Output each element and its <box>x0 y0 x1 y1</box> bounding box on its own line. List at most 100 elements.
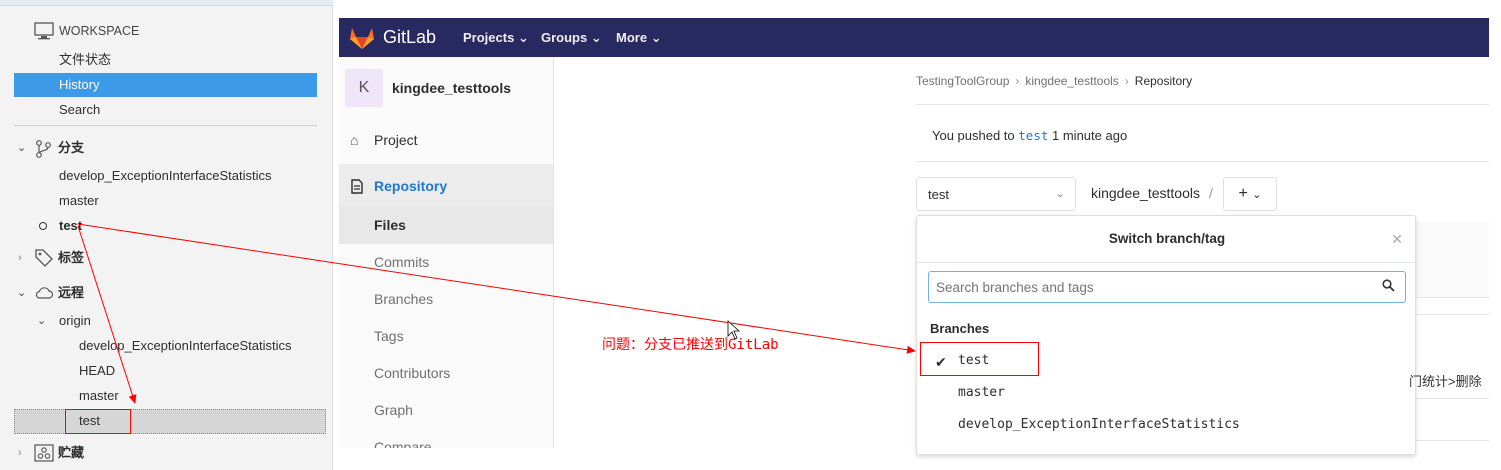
breadcrumb-link[interactable]: TestingToolGroup <box>916 74 1009 88</box>
branch-item-label: master <box>59 193 99 208</box>
screenshot-root: WORKSPACE 文件状态 History Search ⌄ 分支 devel… <box>0 0 1501 470</box>
workspace-item-label: History <box>59 77 100 92</box>
sidebar-subitem-commits[interactable]: Commits <box>339 244 553 281</box>
branch-item[interactable]: master <box>0 189 333 213</box>
dropdown-branch-item[interactable]: test <box>958 353 989 368</box>
breadcrumb-link[interactable]: kingdee_testtools <box>1025 74 1118 88</box>
dropdown-branch-item[interactable]: develop_ExceptionInterfaceStatistics <box>958 417 1240 432</box>
chevron-down-icon[interactable]: ⌄ <box>17 143 27 154</box>
sidebar-subitem-tags[interactable]: Tags <box>339 318 553 355</box>
sidebar-label: Graph <box>374 402 413 418</box>
gitlab-window: GitLab Projects ⌄ Groups ⌄ More ⌄ K king… <box>339 18 1489 455</box>
nav-label: Projects <box>463 30 515 45</box>
branch-item-current[interactable]: test <box>0 214 333 238</box>
sidebar-label: Compare <box>374 439 432 448</box>
divider <box>916 161 1489 162</box>
sidebar-subitem-branches[interactable]: Branches <box>339 281 553 318</box>
workspace-header: WORKSPACE <box>0 19 333 43</box>
sidebar-subitem-compare[interactable]: Compare <box>339 429 553 448</box>
sidebar-label: Branches <box>374 291 434 307</box>
workspace-item-history[interactable]: History <box>0 73 333 97</box>
sidebar-subitem-files[interactable]: Files <box>339 207 553 244</box>
push-prefix: You pushed to <box>932 128 1015 143</box>
repo-path-name[interactable]: kingdee_testtools <box>1091 185 1200 201</box>
breadcrumb: TestingToolGroup › kingdee_testtools › Repos… <box>916 74 1192 88</box>
branches-header[interactable]: ⌄ 分支 <box>0 136 333 160</box>
gitlab-sidebar: K kingdee_testtools ⌂ Project Repository… <box>339 57 554 448</box>
gitlab-navbar: GitLab Projects ⌄ Groups ⌄ More ⌄ <box>339 18 1489 57</box>
dropdown-title: Switch branch/tag <box>1108 231 1226 246</box>
dropdown-branch-item[interactable]: master <box>958 385 1005 400</box>
divider <box>917 262 1415 263</box>
sidebar-label: Files <box>374 217 406 233</box>
branch-selector[interactable]: test ⌄ <box>916 177 1076 211</box>
gitlab-brand[interactable]: GitLab <box>383 27 436 48</box>
gitlab-logo-icon[interactable] <box>349 26 375 50</box>
chevron-down-icon: ⌄ <box>517 30 529 45</box>
sidebar-subitem-graph[interactable]: Graph <box>339 392 553 429</box>
stashes-label: 贮藏 <box>58 445 85 460</box>
divider <box>1416 398 1489 399</box>
chevron-right-icon[interactable]: › <box>18 448 28 459</box>
chevron-right-icon[interactable]: › <box>18 253 28 264</box>
monitor-icon <box>34 22 54 40</box>
workspace-item-label: 文件状态 <box>59 52 112 67</box>
chevron-down-icon: ⌄ <box>1055 188 1065 200</box>
branches-label: 分支 <box>58 140 85 155</box>
project-avatar[interactable]: K <box>345 69 383 107</box>
branch-switch-dropdown: Switch branch/tag ✕ Branches ✔ test mast… <box>916 215 1416 455</box>
remote-branch-item[interactable]: master <box>0 384 333 408</box>
sidebar-item-repository[interactable]: Repository <box>339 164 553 209</box>
background-panel <box>1416 222 1489 297</box>
sidebar-label: Tags <box>374 328 404 344</box>
sidebar-label: Repository <box>374 178 448 194</box>
breadcrumb-current[interactable]: Repository <box>1135 74 1192 88</box>
stash-icon <box>34 444 54 462</box>
home-icon: ⌂ <box>350 132 359 148</box>
push-branch[interactable]: test <box>1018 128 1048 143</box>
sidebar-label: Contributors <box>374 365 451 381</box>
remote-branch-item[interactable]: develop_ExceptionInterfaceStatistics <box>0 334 333 358</box>
remote-origin-label: origin <box>59 313 91 328</box>
divider <box>1416 297 1489 298</box>
stashes-header[interactable]: › 贮藏 <box>0 441 333 465</box>
sidebar-item-project[interactable]: ⌂ Project <box>339 122 553 159</box>
remote-branch-label: master <box>79 388 119 403</box>
remote-branch-item[interactable]: test <box>0 409 333 433</box>
workspace-item-file-status[interactable]: 文件状态 <box>0 48 333 72</box>
sidebar-subitem-contributors[interactable]: Contributors <box>339 355 553 392</box>
nav-label: More <box>616 30 648 45</box>
sidebar-label: Project <box>374 132 418 148</box>
annotation-box-remote-test <box>65 409 131 434</box>
chevron-down-icon[interactable]: ⌄ <box>37 316 47 327</box>
nav-more[interactable]: More ⌄ <box>616 30 662 46</box>
workspace-label: WORKSPACE <box>59 24 140 38</box>
remote-branch-label: HEAD <box>79 363 116 378</box>
branch-item[interactable]: develop_ExceptionInterfaceStatistics <box>0 164 333 188</box>
sourcetree-sidebar: WORKSPACE 文件状态 History Search ⌄ 分支 devel… <box>0 0 333 470</box>
gitlab-main: TestingToolGroup › kingdee_testtools › Repos… <box>916 57 1489 455</box>
add-file-button[interactable]: + ⌄ <box>1223 177 1277 211</box>
chevron-down-icon[interactable]: ⌄ <box>17 288 27 299</box>
workspace-item-search[interactable]: Search <box>0 98 333 122</box>
branch-search-input[interactable] <box>928 271 1406 303</box>
project-name[interactable]: kingdee_testtools <box>392 80 511 96</box>
close-icon[interactable]: ✕ <box>1391 231 1403 248</box>
workspace-item-label: Search <box>59 102 101 117</box>
remote-branch-item[interactable]: HEAD <box>0 359 333 383</box>
remotes-header[interactable]: ⌄ 远程 <box>0 281 333 305</box>
divider <box>1416 314 1489 315</box>
push-time: 1 minute ago <box>1052 128 1128 143</box>
remote-origin[interactable]: ⌄ origin <box>0 309 333 333</box>
nav-label: Groups <box>541 30 588 45</box>
sidebar-label: Commits <box>374 254 430 270</box>
branch-icon <box>36 140 51 158</box>
chevron-down-icon: ⌄ <box>650 30 662 45</box>
search-icon <box>1382 279 1395 292</box>
tags-header[interactable]: › 标签 <box>0 246 333 270</box>
nav-groups[interactable]: Groups ⌄ <box>541 30 602 46</box>
path-separator: / <box>1209 185 1213 201</box>
nav-projects[interactable]: Projects ⌄ <box>463 30 529 46</box>
branch-item-label: develop_ExceptionInterfaceStatistics <box>59 168 272 183</box>
branch-selector-value: test <box>928 187 949 202</box>
